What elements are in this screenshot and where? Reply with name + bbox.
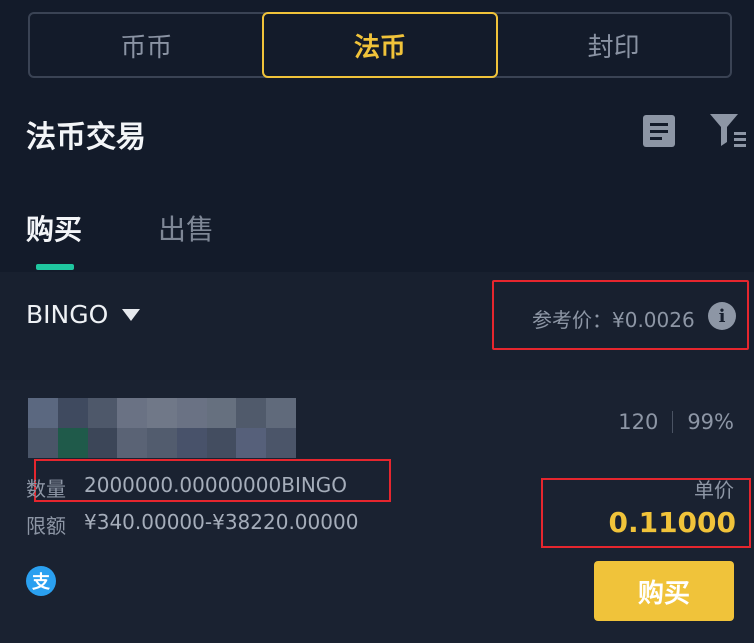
coin-name: BINGO (26, 300, 109, 329)
stats-divider (672, 411, 674, 433)
segment-seal[interactable]: 封印 (497, 14, 730, 76)
tab-sell[interactable]: 出售 (158, 208, 214, 248)
reference-price: 参考价：¥0.0026 (532, 308, 695, 332)
caret-down-icon (122, 308, 141, 321)
limit-row: 限额 ¥340.00000-¥38220.00000 (26, 510, 358, 539)
quantity-label: 数量 (26, 477, 66, 501)
page-title: 法币交易 (26, 120, 146, 155)
tab-active-indicator (36, 264, 74, 270)
alipay-icon: 支 (26, 566, 56, 596)
merchant-stats: 120 99% (618, 410, 734, 434)
limit-value: ¥340.00000-¥38220.00000 (84, 510, 359, 534)
tab-buy[interactable]: 购买 (26, 208, 82, 248)
market-segment-control: 币币 法币 封印 (28, 12, 732, 78)
order-count: 120 (618, 410, 659, 434)
completion-rate: 99% (687, 410, 734, 434)
buy-button[interactable]: 购买 (594, 561, 734, 621)
limit-label: 限额 (26, 514, 66, 538)
quantity-value: 2000000.00000000BINGO (84, 473, 348, 497)
unit-price-label: 单价 (694, 478, 734, 502)
merchant-avatar-blurred (28, 398, 296, 458)
quantity-row: 数量 2000000.00000000BINGO (26, 473, 347, 502)
order-list-icon[interactable] (642, 114, 676, 148)
info-icon[interactable]: i (708, 302, 736, 330)
filter-icon[interactable] (708, 112, 748, 148)
unit-price: 0.11000 (608, 506, 736, 539)
coin-selector[interactable]: BINGO (26, 300, 141, 329)
segment-coin[interactable]: 币币 (30, 14, 263, 76)
segment-fiat[interactable]: 法币 (261, 12, 499, 78)
